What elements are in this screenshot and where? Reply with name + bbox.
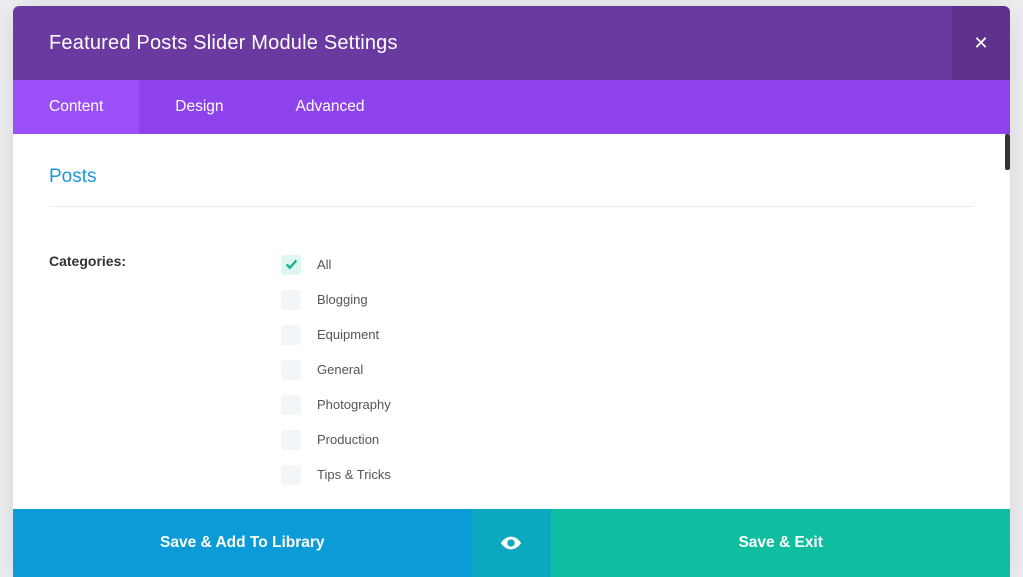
checkbox-all[interactable] — [281, 255, 301, 275]
close-button[interactable]: ✕ — [952, 6, 1010, 80]
footer: Save & Add To Library Save & Exit — [13, 509, 1010, 577]
modal-title: Featured Posts Slider Module Settings — [13, 32, 398, 55]
settings-modal: Featured Posts Slider Module Settings ✕ … — [13, 6, 1010, 577]
tab-content[interactable]: Content — [13, 80, 139, 134]
scrollbar-thumb[interactable] — [1005, 134, 1010, 170]
eye-icon — [500, 536, 522, 550]
category-row: All — [281, 247, 974, 282]
checkbox-photography[interactable] — [281, 395, 301, 415]
category-row: Photography — [281, 387, 974, 422]
content-pane: Posts Categories: All Blogging — [13, 134, 1010, 509]
save-add-library-button[interactable]: Save & Add To Library — [13, 509, 472, 577]
close-icon: ✕ — [973, 33, 988, 54]
category-label: Blogging — [317, 292, 368, 307]
preview-button[interactable] — [472, 509, 552, 577]
category-row: Production — [281, 422, 974, 457]
field-label: Categories: — [49, 247, 281, 492]
category-label: Photography — [317, 397, 391, 412]
button-label: Save & Exit — [738, 534, 822, 552]
category-row: Tips & Tricks — [281, 457, 974, 492]
categories-field: Categories: All Blogging — [49, 247, 974, 492]
category-label: Production — [317, 432, 379, 447]
categories-list: All Blogging Equipment — [281, 247, 974, 492]
tab-label: Content — [49, 98, 103, 116]
titlebar: Featured Posts Slider Module Settings ✕ — [13, 6, 1010, 80]
check-icon — [285, 258, 298, 271]
checkbox-equipment[interactable] — [281, 325, 301, 345]
category-label: Equipment — [317, 327, 379, 342]
section-title: Posts — [49, 166, 974, 207]
category-label: All — [317, 257, 331, 272]
tab-advanced[interactable]: Advanced — [260, 80, 401, 134]
category-label: General — [317, 362, 363, 377]
save-exit-button[interactable]: Save & Exit — [551, 509, 1010, 577]
tab-design[interactable]: Design — [139, 80, 259, 134]
tab-label: Advanced — [296, 98, 365, 116]
tabs: Content Design Advanced — [13, 80, 1010, 134]
category-row: Blogging — [281, 282, 974, 317]
button-label: Save & Add To Library — [160, 534, 325, 552]
tab-label: Design — [175, 98, 223, 116]
checkbox-general[interactable] — [281, 360, 301, 380]
category-label: Tips & Tricks — [317, 467, 391, 482]
checkbox-tips-tricks[interactable] — [281, 465, 301, 485]
category-row: Equipment — [281, 317, 974, 352]
checkbox-blogging[interactable] — [281, 290, 301, 310]
checkbox-production[interactable] — [281, 430, 301, 450]
category-row: General — [281, 352, 974, 387]
